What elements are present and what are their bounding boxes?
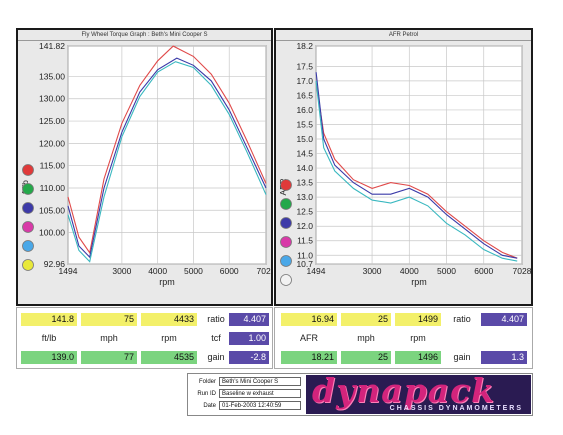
y-tick-label: 18.2 <box>296 41 313 51</box>
folder-value: Beth's Mini Cooper S <box>219 377 301 386</box>
torque-peak-rpm: 4433 <box>141 313 197 326</box>
legend-dot <box>280 198 292 210</box>
x-tick-label: 1494 <box>59 266 78 276</box>
afr-gain-value: 1.3 <box>481 351 527 364</box>
y-tick-label: 16.5 <box>296 90 313 100</box>
ratio-value: 4.407 <box>229 313 269 326</box>
gain-label: gain <box>207 352 225 362</box>
afr-readout: 16.94 25 1499 AFR mph rpm 18.21 25 1496 … <box>274 307 533 369</box>
y-tick-label: 141.82 <box>39 41 65 51</box>
torque-graph-panel: Fly Wheel Torque Graph : Beth's Mini Coo… <box>16 28 273 306</box>
afr-mph-label: mph <box>357 333 375 343</box>
y-tick-label: 14.0 <box>296 163 313 173</box>
legend-dot <box>22 202 34 214</box>
afr-label: AFR <box>300 333 318 343</box>
folder-label: Folder <box>198 379 216 385</box>
x-tick-label: 7028 <box>513 266 531 276</box>
x-tick-label: 1494 <box>307 266 326 276</box>
runid-value: Baseline w exhaust <box>219 389 301 398</box>
legend-dot <box>22 259 34 271</box>
rpm-label: rpm <box>161 333 177 343</box>
y-tick-label: 120.00 <box>39 138 65 148</box>
y-tick-label: 130.00 <box>39 94 65 104</box>
tcf-label: tcf <box>211 333 221 343</box>
y-tick-label: 16.0 <box>296 105 313 115</box>
runid-label: Run ID <box>197 391 216 397</box>
legend-dot <box>280 274 292 286</box>
legend-dot <box>22 240 34 252</box>
plot-area <box>67 45 267 265</box>
afr-ratio-value: 4.407 <box>481 313 527 326</box>
afr-ratio-label: ratio <box>453 314 471 324</box>
y-tick-label: 17.0 <box>296 76 313 86</box>
y-tick-label: 110.00 <box>40 183 66 193</box>
y-tick-label: 135.00 <box>39 71 65 81</box>
date-value: 01-Feb-2003 12:40:59 <box>219 401 301 410</box>
x-tick-label: 4000 <box>400 266 419 276</box>
y-tick-label: 125.00 <box>39 116 65 126</box>
logo-subtitle: CHASSIS DYNAMOMETERS <box>389 405 523 412</box>
legend-dot <box>22 221 34 233</box>
y-tick-label: 17.5 <box>296 61 313 71</box>
torque-peak-mph: 75 <box>81 313 137 326</box>
x-tick-label: 5000 <box>437 266 456 276</box>
date-label: Date <box>203 403 216 409</box>
torque-chart: 141.82 135.00 130.00 125.00 120.00 115.00 110.… <box>20 41 271 287</box>
plot-area <box>315 45 523 265</box>
ftlb-label: ft/lb <box>41 333 57 343</box>
legend-dot <box>280 179 292 191</box>
afr-rpm-label: rpm <box>410 333 426 343</box>
y-tick-label: 115.00 <box>40 161 66 171</box>
legend-dot <box>280 217 292 229</box>
y-tick-label: 11.5 <box>297 236 313 246</box>
y-tick-label: 13.0 <box>296 192 313 202</box>
dynapack-logo: dynapack CHASSIS DYNAMOMETERS <box>306 375 531 414</box>
afr-compare-rpm: 1496 <box>395 351 441 364</box>
legend-dot <box>22 183 34 195</box>
torque-peak-value: 141.8 <box>21 313 77 326</box>
torque-readout: 141.8 75 4433 ft/lb mph rpm 139.0 77 453… <box>16 307 273 369</box>
afr-start-mph: 25 <box>341 313 391 326</box>
y-tick-label: 12.5 <box>296 207 313 217</box>
tcf-value: 1.00 <box>229 332 269 345</box>
y-tick-label: 14.5 <box>296 149 313 159</box>
torque-compare-value: 139.0 <box>21 351 77 364</box>
torque-compare-rpm: 4535 <box>141 351 197 364</box>
x-tick-label: 6000 <box>474 266 493 276</box>
x-tick-label: 6000 <box>220 266 239 276</box>
x-tick-label: 3000 <box>112 266 131 276</box>
afr-compare-mph: 25 <box>341 351 391 364</box>
afr-chart: 18.2 17.5 17.0 16.5 16.0 15.5 15.0 14.5 14.0 13.5… <box>278 41 531 287</box>
x-axis-label: rpm <box>411 277 427 287</box>
y-tick-label: 13.5 <box>296 178 313 188</box>
afr-start-value: 16.94 <box>281 313 337 326</box>
x-tick-label: 3000 <box>363 266 382 276</box>
legend-dot <box>280 236 292 248</box>
x-tick-label: 7028 <box>257 266 271 276</box>
afr-graph-panel: AFR Petrol 18.2 17.5 17.0 16.5 16.0 15.5 15.0 1… <box>274 28 533 306</box>
afr-gain-label: gain <box>453 352 471 362</box>
mph-label: mph <box>100 333 118 343</box>
afr-start-rpm: 1499 <box>395 313 441 326</box>
runid-row: Run ID Baseline w exhaust <box>188 389 301 399</box>
gain-value: -2.8 <box>229 351 269 364</box>
x-axis-label: rpm <box>159 277 175 287</box>
x-tick-label: 5000 <box>184 266 203 276</box>
ratio-label: ratio <box>207 314 225 324</box>
run-info-footer: Folder Beth's Mini Cooper S Run ID Baselin… <box>187 373 533 416</box>
y-tick-label: 105.00 <box>39 205 65 215</box>
y-tick-label: 100.00 <box>39 228 65 238</box>
folder-row: Folder Beth's Mini Cooper S <box>188 377 301 387</box>
y-tick-label: 15.5 <box>296 119 313 129</box>
legend-dot <box>280 255 292 267</box>
torque-compare-mph: 77 <box>81 351 137 364</box>
x-tick-label: 4000 <box>148 266 167 276</box>
y-tick-label: 12.0 <box>296 221 313 231</box>
afr-compare-value: 18.21 <box>281 351 337 364</box>
legend-dot <box>22 164 34 176</box>
date-row: Date 01-Feb-2003 12:40:59 <box>188 401 301 411</box>
y-tick-label: 15.0 <box>296 134 313 144</box>
